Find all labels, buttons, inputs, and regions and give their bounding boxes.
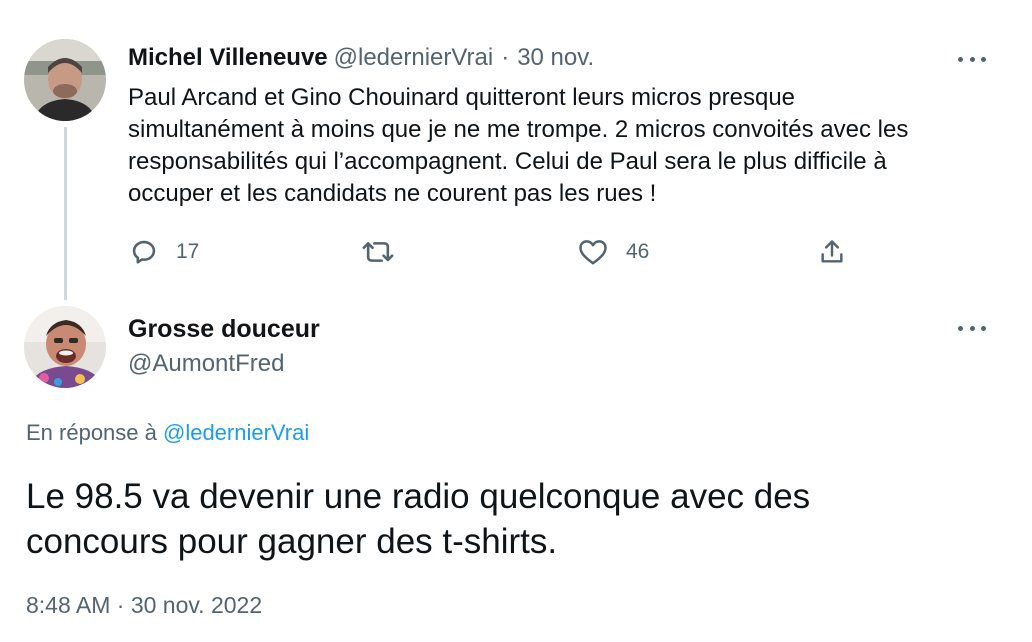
tweet-text-line: concours pour gagner des t-shirts.	[26, 522, 558, 561]
thread-connector-line	[64, 127, 67, 300]
author-handle[interactable]: @ledernierVrai	[334, 44, 494, 72]
more-horizontal-icon	[969, 56, 975, 62]
replying-to-label: En réponse à	[26, 420, 163, 445]
more-options-button[interactable]	[958, 53, 986, 65]
reply-count: 17	[176, 240, 200, 263]
more-horizontal-icon	[981, 56, 986, 62]
tweet-actions-bar: 17 46	[128, 232, 868, 272]
retweet-button[interactable]	[362, 232, 412, 272]
share-icon	[821, 240, 843, 263]
tweet-text-line: responsabilités qui l’accompagnent. Celu…	[128, 148, 887, 175]
avatar[interactable]	[24, 306, 106, 388]
share-button[interactable]	[818, 232, 864, 272]
tweet-timestamp[interactable]: 8:48 AM · 30 nov. 2022	[26, 592, 262, 619]
more-horizontal-icon	[981, 325, 986, 331]
separator-dot: ·	[501, 44, 510, 71]
tweet-text-line: Paul Arcand et Gino Chouinard quitteront…	[128, 84, 796, 111]
tweet-text-line: occuper et les candidats ne courent pas …	[128, 180, 657, 207]
author-name[interactable]: Grosse douceur	[128, 315, 320, 344]
more-horizontal-icon	[958, 325, 963, 331]
reply-icon	[132, 240, 156, 264]
avatar-photo	[24, 39, 106, 121]
more-horizontal-icon	[958, 56, 963, 62]
like-count: 46	[626, 240, 650, 263]
tweet-text-line: Le 98.5 va devenir une radio quelconque …	[26, 477, 811, 516]
more-options-button[interactable]	[958, 322, 986, 334]
tweet-text: Paul Arcand et Gino Chouinard quitteront…	[128, 82, 1008, 210]
author-name[interactable]: Michel Villeneuve	[128, 44, 328, 72]
replying-to-handle-link[interactable]: @ledernierVrai	[163, 420, 309, 445]
replying-to-line: En réponse à @ledernierVrai	[26, 420, 309, 446]
tweet-date[interactable]: 30 nov.	[517, 44, 594, 72]
tweet-header: Michel Villeneuve @ledernierVrai · 30 no…	[128, 44, 594, 72]
tweet-text: Le 98.5 va devenir une radio quelconque …	[26, 474, 1006, 564]
tweet-text-line: simultanément à moins que je ne me tromp…	[128, 116, 909, 143]
heart-icon	[579, 240, 607, 265]
avatar-photo	[24, 306, 106, 388]
like-button[interactable]: 46	[578, 232, 649, 272]
more-horizontal-icon	[969, 325, 975, 331]
avatar[interactable]	[24, 39, 106, 121]
tweet-thread-page: Michel Villeneuve @ledernierVrai · 30 no…	[0, 0, 1032, 642]
author-handle[interactable]: @AumontFred	[128, 350, 284, 378]
parent-tweet[interactable]: Michel Villeneuve @ledernierVrai · 30 no…	[0, 0, 1032, 300]
reply-button[interactable]: 17	[130, 232, 199, 272]
retweet-icon	[362, 242, 394, 262]
